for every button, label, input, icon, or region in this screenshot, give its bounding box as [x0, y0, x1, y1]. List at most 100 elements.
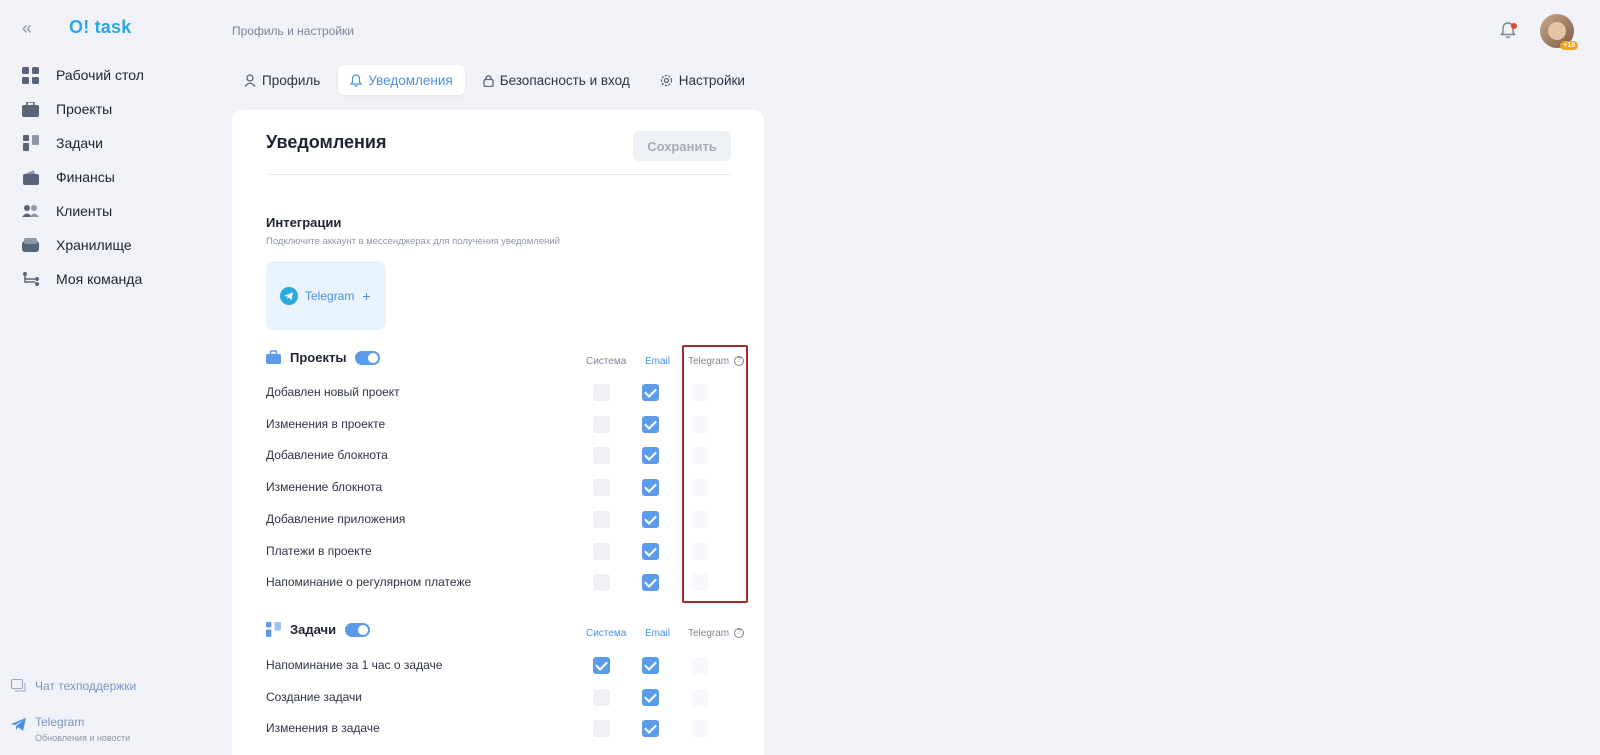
app-logo[interactable]: O! task: [69, 17, 131, 38]
column-header-email: Email: [645, 628, 671, 639]
notification-dot: [1511, 23, 1517, 29]
sidebar-item-clients[interactable]: Клиенты: [22, 194, 144, 228]
sidebar-item-dashboard[interactable]: Рабочий стол: [22, 58, 144, 92]
system-checkbox[interactable]: [593, 415, 610, 433]
section-title: Проекты: [290, 350, 347, 365]
notification-row: Изменение блокнота: [266, 478, 731, 498]
system-checkbox[interactable]: [593, 657, 610, 674]
support-chat-link[interactable]: Чат техподдержки: [11, 679, 136, 693]
column-header-telegram: Telegram: [688, 628, 730, 639]
email-checkbox[interactable]: [642, 384, 659, 401]
avatar-badge: +10: [1560, 41, 1578, 50]
telegram-checkbox[interactable]: [691, 720, 708, 738]
notification-label: Добавлен новый проект: [266, 385, 400, 399]
notification-label: Создание задачи: [266, 689, 362, 704]
email-checkbox[interactable]: [642, 510, 659, 528]
user-icon: [244, 73, 256, 87]
email-checkbox[interactable]: [642, 720, 659, 738]
telegram-checkbox[interactable]: [691, 542, 708, 560]
system-checkbox[interactable]: [593, 479, 610, 497]
briefcase-icon: [266, 350, 281, 364]
column-header-telegram: Telegram: [688, 356, 730, 367]
avatar[interactable]: +10: [1540, 14, 1578, 50]
sidebar-item-label: Проекты: [56, 101, 113, 117]
telegram-icon: [11, 718, 26, 731]
telegram-news-subtitle: Обновления и новости: [35, 733, 131, 743]
telegram-checkbox[interactable]: [691, 657, 708, 674]
sidebar-item-label: Финансы: [56, 169, 115, 185]
system-checkbox[interactable]: [593, 384, 610, 401]
notification-label: Изменения в проекте: [266, 416, 386, 431]
email-checkbox[interactable]: [642, 688, 659, 706]
system-checkbox[interactable]: [593, 510, 610, 528]
settings-tabs: Профиль Уведомления Безопасность и вход …: [232, 65, 763, 95]
notification-row: Платежи в проекте: [266, 542, 731, 562]
notification-label: Изменения в задаче: [266, 721, 380, 736]
notifications-bell-icon[interactable]: [1500, 22, 1518, 40]
double-chevron-left-icon[interactable]: «: [22, 18, 32, 39]
sidebar-nav: Рабочий стол Проекты Задачи Финансы Клие…: [22, 58, 144, 296]
notification-label: Добавление приложения: [266, 511, 406, 526]
notification-row: Изменения в задаче: [266, 719, 731, 739]
email-checkbox[interactable]: [642, 574, 659, 592]
sidebar-item-label: Хранилище: [56, 237, 132, 253]
system-checkbox[interactable]: [593, 542, 610, 560]
notification-row: Создание задачи: [266, 688, 731, 708]
notification-row: Изменения в проекте: [266, 415, 731, 435]
sidebar-item-projects[interactable]: Проекты: [22, 92, 144, 126]
dashboard-icon: [22, 66, 39, 84]
telegram-checkbox[interactable]: [691, 510, 708, 528]
telegram-connect-label: Telegram: [305, 288, 355, 303]
tab-label: Уведомления: [368, 72, 453, 88]
telegram-checkbox[interactable]: [691, 574, 708, 592]
email-checkbox[interactable]: [642, 479, 659, 497]
column-header-email: Email: [645, 356, 671, 367]
tab-settings[interactable]: Настройки: [648, 65, 757, 95]
notification-label: Напоминание за 1 час о задаче: [266, 658, 443, 672]
email-checkbox[interactable]: [642, 415, 659, 433]
sidebar: « O! task Рабочий стол Проекты Задачи Фи…: [0, 0, 205, 755]
telegram-checkbox[interactable]: [691, 688, 708, 706]
tab-label: Настройки: [678, 72, 745, 88]
telegram-icon: [280, 286, 298, 305]
sidebar-item-finance[interactable]: Финансы: [22, 160, 144, 194]
help-icon[interactable]: ?: [734, 628, 744, 638]
telegram-checkbox[interactable]: [691, 384, 708, 401]
system-checkbox[interactable]: [593, 447, 610, 465]
storage-icon: [22, 237, 39, 254]
tab-label: Профиль: [262, 72, 321, 88]
tab-notifications[interactable]: Уведомления: [338, 65, 465, 95]
gear-icon: [660, 74, 672, 86]
support-chat-label: Чат техподдержки: [35, 679, 137, 693]
sidebar-item-tasks[interactable]: Задачи: [22, 126, 144, 160]
sidebar-item-label: Клиенты: [56, 203, 113, 219]
email-checkbox[interactable]: [642, 657, 659, 674]
integrations-title: Интеграции: [266, 215, 342, 230]
section-title: Задачи: [290, 622, 337, 637]
email-checkbox[interactable]: [642, 447, 659, 465]
email-checkbox[interactable]: [642, 542, 659, 560]
system-checkbox[interactable]: [593, 688, 610, 706]
tab-security[interactable]: Безопасность и вход: [471, 65, 642, 95]
telegram-news-title: Telegram: [35, 715, 85, 729]
help-icon[interactable]: ?: [734, 356, 744, 366]
notification-row: Добавление приложения: [266, 510, 731, 530]
telegram-checkbox[interactable]: [691, 415, 708, 433]
save-button[interactable]: Сохранить: [633, 131, 731, 161]
telegram-news-link[interactable]: Telegram Обновления и новости: [11, 715, 130, 743]
sidebar-item-label: Моя команда: [56, 271, 143, 287]
tab-profile[interactable]: Профиль: [232, 65, 332, 95]
telegram-checkbox[interactable]: [691, 479, 708, 497]
section-tasks-toggle[interactable]: [345, 622, 371, 637]
breadcrumb: Профиль и настройки: [232, 24, 354, 38]
telegram-checkbox[interactable]: [691, 447, 708, 465]
sidebar-item-storage[interactable]: Хранилище: [22, 228, 144, 262]
clients-icon: [22, 203, 39, 220]
section-projects-toggle[interactable]: [355, 350, 381, 365]
system-checkbox[interactable]: [593, 720, 610, 738]
telegram-connect-button[interactable]: Telegram +: [266, 261, 386, 330]
system-checkbox[interactable]: [593, 574, 610, 592]
briefcase-icon: [22, 101, 39, 118]
sidebar-item-team[interactable]: Моя команда: [22, 262, 144, 296]
wallet-icon: [22, 169, 39, 186]
